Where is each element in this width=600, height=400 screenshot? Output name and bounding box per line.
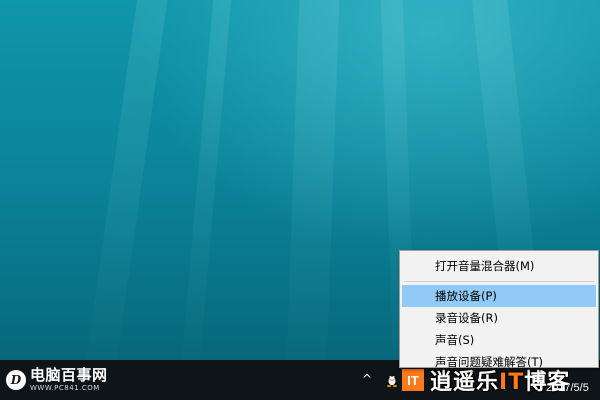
menu-item-playback-devices[interactable]: 播放设备(P)	[402, 285, 596, 307]
desktop: D 电脑百事网 WWW.PC841.COM ^ IT 逍遥乐IT博客 2017/…	[0, 0, 600, 400]
chevron-up-icon[interactable]: ^	[359, 371, 375, 387]
watermark-text: 电脑百事网 WWW.PC841.COM	[30, 368, 108, 392]
watermark-title: 电脑百事网	[30, 366, 108, 384]
qq-penguin-icon[interactable]	[384, 371, 400, 387]
menu-separator	[404, 281, 594, 282]
clock-date[interactable]: 2017/5/5	[546, 382, 589, 394]
watermark-pc841: D 电脑百事网 WWW.PC841.COM	[6, 363, 108, 397]
light-ray	[81, 0, 170, 399]
light-ray	[285, 0, 340, 400]
watermark-url: WWW.PC841.COM	[30, 384, 100, 392]
light-ray	[178, 0, 233, 400]
pc841-logo-icon: D	[6, 370, 26, 390]
sound-context-menu: 打开音量混合器(M) 播放设备(P) 录音设备(R) 声音(S) 声音问题疑难解…	[399, 250, 599, 369]
menu-item-volume-mixer[interactable]: 打开音量混合器(M)	[402, 255, 596, 277]
menu-item-troubleshoot[interactable]: 声音问题疑难解答(T)	[402, 351, 596, 373]
watermark-prefix: 逍遥乐	[430, 370, 500, 395]
watermark-highlight: IT	[499, 370, 525, 395]
menu-item-recording-devices[interactable]: 录音设备(R)	[402, 307, 596, 329]
menu-item-sounds[interactable]: 声音(S)	[402, 329, 596, 351]
